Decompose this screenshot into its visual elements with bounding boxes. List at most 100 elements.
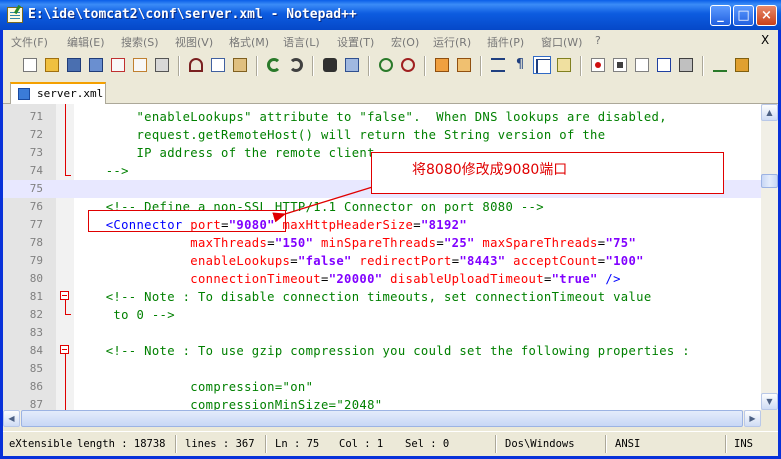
- menu-search[interactable]: 搜索(S): [121, 34, 159, 50]
- scroll-left-icon[interactable]: ◀: [3, 410, 20, 427]
- play-macro-icon[interactable]: [633, 56, 651, 74]
- save-icon[interactable]: [65, 56, 83, 74]
- code-token: />: [597, 272, 621, 286]
- line-number: 72: [29, 128, 43, 141]
- horizontal-scroll-thumb[interactable]: [21, 410, 743, 427]
- title-bar[interactable]: E:\ide\tomcat2\conf\server.xml - Notepad…: [0, 0, 781, 30]
- scroll-down-icon[interactable]: ▼: [761, 393, 778, 410]
- tab-server-xml[interactable]: server.xml: [10, 82, 106, 104]
- menu-window[interactable]: 窗口(W): [541, 34, 582, 50]
- code-line[interactable]: 87 compressionMinSize="2048": [3, 396, 761, 410]
- scroll-up-icon[interactable]: ▲: [761, 104, 778, 121]
- print-icon[interactable]: [153, 56, 171, 74]
- menu-macro[interactable]: 宏(O): [391, 34, 419, 50]
- port-highlight-box: [88, 210, 286, 232]
- line-number: 82: [29, 308, 43, 321]
- toolbar: ¶: [3, 52, 778, 80]
- plugin-tool-icon[interactable]: [733, 56, 751, 74]
- code-line[interactable]: 80 connectionTimeout="20000" disableUplo…: [3, 270, 761, 288]
- sync-horizontal-icon[interactable]: [455, 56, 473, 74]
- open-file-icon[interactable]: [43, 56, 61, 74]
- redo-icon[interactable]: [287, 56, 305, 74]
- menu-view[interactable]: 视图(V): [175, 34, 213, 50]
- status-length: length : 18738: [77, 438, 166, 450]
- fold-toggle-icon[interactable]: [60, 345, 69, 354]
- new-file-icon[interactable]: [21, 56, 39, 74]
- maximize-button[interactable]: □: [733, 5, 754, 26]
- stop-macro-icon[interactable]: [611, 56, 629, 74]
- fold-toggle-icon[interactable]: [60, 291, 69, 300]
- line-number: 71: [29, 110, 43, 123]
- code-token: "enableLookups" attribute to "false". Wh…: [75, 110, 667, 124]
- menu-run[interactable]: 运行(R): [433, 34, 471, 50]
- spell-check-icon[interactable]: [711, 56, 729, 74]
- zoom-out-icon[interactable]: [399, 56, 417, 74]
- undo-icon[interactable]: [265, 56, 283, 74]
- notepad-app-icon[interactable]: [7, 7, 23, 23]
- line-text: IP address of the remote client.: [75, 146, 383, 160]
- menu-format[interactable]: 格式(M): [229, 34, 269, 50]
- copy-icon[interactable]: [209, 56, 227, 74]
- menu-close-document[interactable]: X: [761, 33, 769, 47]
- vertical-scroll-thumb[interactable]: [761, 174, 778, 188]
- minimize-button[interactable]: _: [710, 5, 731, 26]
- find-icon[interactable]: [321, 56, 339, 74]
- paste-icon[interactable]: [231, 56, 249, 74]
- menu-settings[interactable]: 设置(T): [337, 34, 374, 50]
- cut-icon[interactable]: [187, 56, 205, 74]
- close-all-icon[interactable]: [131, 56, 149, 74]
- line-number: 83: [29, 326, 43, 339]
- code-token: compression="on": [75, 380, 314, 394]
- line-number: 79: [29, 254, 43, 267]
- status-column: Col : 1: [339, 438, 384, 450]
- code-line[interactable]: 71 "enableLookups" attribute to "false".…: [3, 108, 761, 126]
- code-token: <!-- Note : To disable connection timeou…: [75, 290, 652, 304]
- code-line[interactable]: 84 <!-- Note : To use gzip compression y…: [3, 342, 761, 360]
- close-button[interactable]: ×: [756, 5, 777, 26]
- status-encoding: ANSI: [615, 438, 641, 450]
- sync-vertical-icon[interactable]: [433, 56, 451, 74]
- record-macro-icon[interactable]: [589, 56, 607, 74]
- show-all-characters-icon[interactable]: ¶: [511, 56, 529, 74]
- line-text: compression="on": [75, 380, 313, 394]
- code-token: maxThreads: [75, 236, 268, 250]
- code-token: to 0 -->: [75, 308, 175, 322]
- code-token: enableLookups: [75, 254, 291, 268]
- scrollbar-corner: [761, 410, 778, 427]
- code-line[interactable]: 85: [3, 360, 761, 378]
- menu-help[interactable]: ?: [595, 34, 601, 47]
- tab-label: server.xml: [37, 87, 104, 100]
- horizontal-scrollbar[interactable]: ◀ ▶: [3, 410, 761, 427]
- word-wrap-icon[interactable]: [489, 56, 507, 74]
- menu-file[interactable]: 文件(F): [11, 34, 48, 50]
- code-token: "25": [444, 236, 475, 250]
- code-line[interactable]: 79 enableLookups="false" redirectPort="8…: [3, 252, 761, 270]
- status-line-number: Ln : 75: [275, 438, 320, 450]
- code-line[interactable]: 81 <!-- Note : To disable connection tim…: [3, 288, 761, 306]
- code-token: "8443": [459, 254, 506, 268]
- scroll-right-icon[interactable]: ▶: [744, 410, 761, 427]
- code-line[interactable]: 86 compression="on": [3, 378, 761, 396]
- code-token: "20000": [328, 272, 383, 286]
- status-eol-format: Dos\Windows: [505, 438, 575, 450]
- user-language-icon[interactable]: [555, 56, 573, 74]
- code-line[interactable]: 83: [3, 324, 761, 342]
- indent-guide-icon[interactable]: [533, 56, 551, 74]
- line-number: 78: [29, 236, 43, 249]
- menu-language[interactable]: 语言(L): [283, 34, 320, 50]
- line-text: to 0 -->: [75, 308, 175, 322]
- code-token: maxSpareThreads: [474, 236, 598, 250]
- code-line[interactable]: 78 maxThreads="150" minSpareThreads="25"…: [3, 234, 761, 252]
- save-macro-icon[interactable]: [677, 56, 695, 74]
- replace-icon[interactable]: [343, 56, 361, 74]
- save-all-icon[interactable]: [87, 56, 105, 74]
- code-line[interactable]: 82 to 0 -->: [3, 306, 761, 324]
- code-line[interactable]: 72 request.getRemoteHost() will return t…: [3, 126, 761, 144]
- text-editor[interactable]: 71 "enableLookups" attribute to "false".…: [3, 104, 761, 410]
- zoom-in-icon[interactable]: [377, 56, 395, 74]
- close-file-icon[interactable]: [109, 56, 127, 74]
- menu-plugins[interactable]: 插件(P): [487, 34, 524, 50]
- vertical-scrollbar[interactable]: ▲ ▼: [761, 104, 778, 410]
- run-macro-multiple-icon[interactable]: [655, 56, 673, 74]
- menu-edit[interactable]: 编辑(E): [67, 34, 105, 50]
